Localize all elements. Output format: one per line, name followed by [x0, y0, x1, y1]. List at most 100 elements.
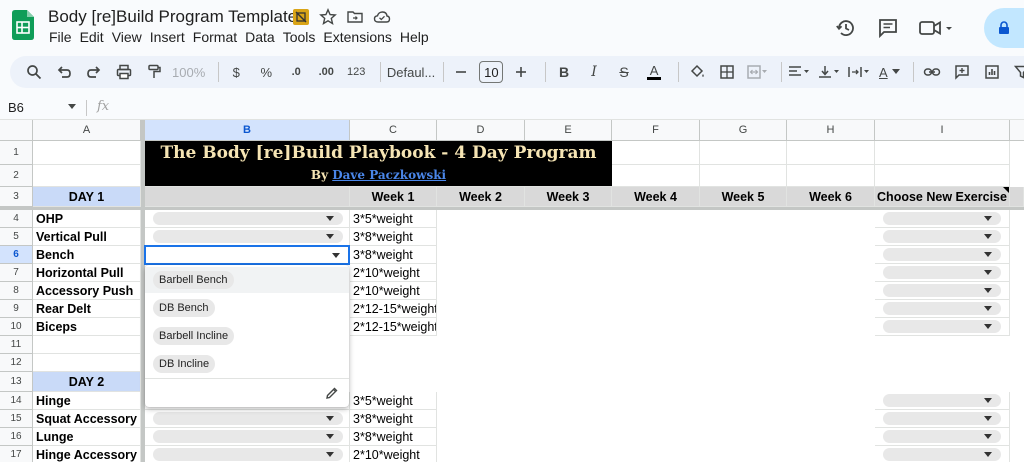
- dropdown-chip[interactable]: [883, 266, 1001, 279]
- row-header-13[interactable]: 13: [0, 372, 33, 392]
- meet-video-icon[interactable]: [916, 14, 956, 42]
- dropdown-option[interactable]: Barbell Incline: [153, 323, 235, 349]
- cell-b3[interactable]: [145, 187, 350, 207]
- column-header-e[interactable]: E: [525, 120, 612, 141]
- dropdown-chip[interactable]: [883, 394, 1001, 407]
- exercise-name[interactable]: Accessory Push: [33, 282, 141, 300]
- dropdown-chip[interactable]: [153, 230, 343, 243]
- share-button[interactable]: [984, 8, 1024, 48]
- week-1-value[interactable]: 2*12-15*weight: [350, 318, 437, 336]
- column-header-c[interactable]: C: [350, 120, 437, 141]
- menu-format[interactable]: Format: [191, 29, 243, 45]
- cell-a2[interactable]: [33, 165, 141, 187]
- exercise-name[interactable]: Biceps: [33, 318, 141, 336]
- program-banner[interactable]: The Body [re]Build Playbook - 4 Day Prog…: [145, 141, 612, 187]
- version-history-icon[interactable]: [832, 14, 860, 42]
- week-1-value[interactable]: 3*8*weight: [350, 228, 437, 246]
- exercise-name[interactable]: Rear Delt: [33, 300, 141, 318]
- cell-f2[interactable]: [612, 165, 700, 187]
- exercise-choice-cell[interactable]: [145, 410, 350, 428]
- row-header-10[interactable]: 10: [0, 318, 33, 336]
- strikethrough-button[interactable]: S: [612, 60, 636, 84]
- choose-new-cell[interactable]: [875, 210, 1010, 228]
- cell-i2[interactable]: [875, 165, 1010, 187]
- move-folder-icon[interactable]: [346, 8, 364, 26]
- dropdown-chip[interactable]: [883, 448, 1001, 461]
- choose-new-cell[interactable]: [875, 246, 1010, 264]
- exercise-name[interactable]: Hinge Accessory: [33, 446, 141, 462]
- more-formats-button[interactable]: 123: [344, 60, 368, 84]
- format-currency-button[interactable]: $: [224, 60, 248, 84]
- dropdown-option[interactable]: DB Incline: [153, 351, 216, 377]
- menu-tools[interactable]: Tools: [281, 29, 322, 45]
- column-header-a[interactable]: A: [33, 120, 141, 141]
- vertical-align-icon[interactable]: [817, 60, 841, 84]
- font-family-select[interactable]: Defaul...: [387, 60, 435, 84]
- paint-format-icon[interactable]: [142, 60, 166, 84]
- dropdown-chip[interactable]: [153, 212, 343, 225]
- print-icon[interactable]: [112, 60, 136, 84]
- exercise-choice-cell[interactable]: [145, 210, 350, 228]
- choose-new-cell[interactable]: [875, 264, 1010, 282]
- note-indicator[interactable]: [1003, 187, 1009, 193]
- choose-new-cell[interactable]: [875, 446, 1010, 462]
- dropdown-chip[interactable]: [153, 412, 343, 425]
- dropdown-chip[interactable]: [883, 230, 1001, 243]
- day-1-header[interactable]: DAY 1: [33, 187, 141, 207]
- italic-button[interactable]: I: [582, 60, 606, 84]
- cell-f1[interactable]: [612, 141, 700, 165]
- chevron-down-icon[interactable]: [68, 104, 76, 110]
- week-1-value[interactable]: 2*12-15*weight: [350, 300, 437, 318]
- sheets-logo-icon[interactable]: [12, 10, 34, 40]
- dropdown-chip[interactable]: [883, 320, 1001, 333]
- column-header-f[interactable]: F: [612, 120, 700, 141]
- insert-link-icon[interactable]: [920, 60, 944, 84]
- menu-insert[interactable]: Insert: [148, 29, 191, 45]
- dropdown-option[interactable]: Barbell Bench: [145, 267, 349, 293]
- cell-a11[interactable]: [33, 336, 141, 354]
- week-5-header[interactable]: Week 5: [700, 187, 787, 207]
- week-1-value[interactable]: 2*10*weight: [350, 282, 437, 300]
- exercise-name[interactable]: Lunge: [33, 428, 141, 446]
- row-header-16[interactable]: 16: [0, 428, 33, 446]
- fill-color-icon[interactable]: [685, 60, 709, 84]
- choose-new-cell[interactable]: [875, 428, 1010, 446]
- text-rotation-button[interactable]: A: [877, 60, 901, 84]
- week-1-value[interactable]: 3*8*weight: [350, 410, 437, 428]
- row-header-9[interactable]: 9: [0, 300, 33, 318]
- week-1-header[interactable]: Week 1: [350, 187, 437, 207]
- choose-new-cell[interactable]: [875, 228, 1010, 246]
- comments-icon[interactable]: [874, 14, 902, 42]
- exercise-name[interactable]: Vertical Pull: [33, 228, 141, 246]
- insert-comment-icon[interactable]: [950, 60, 974, 84]
- cell-a1[interactable]: [33, 141, 141, 165]
- choose-new-cell[interactable]: [875, 318, 1010, 336]
- search-menus-icon[interactable]: [22, 60, 46, 84]
- exercise-name[interactable]: Bench: [33, 246, 141, 264]
- column-header-g[interactable]: G: [700, 120, 787, 141]
- author-link[interactable]: Dave Paczkowski: [332, 168, 446, 182]
- row-header-17[interactable]: 17: [0, 446, 33, 462]
- choose-new-cell[interactable]: [875, 300, 1010, 318]
- week-1-value[interactable]: 3*8*weight: [350, 428, 437, 446]
- format-percent-button[interactable]: %: [254, 60, 278, 84]
- week-6-header[interactable]: Week 6: [787, 187, 875, 207]
- cell-h2[interactable]: [787, 165, 875, 187]
- cell-g2[interactable]: [700, 165, 787, 187]
- week-1-value[interactable]: 2*10*weight: [350, 264, 437, 282]
- select-all-corner[interactable]: [0, 120, 33, 141]
- decrease-font-size-icon[interactable]: [449, 60, 473, 84]
- exercise-choice-cell[interactable]: [145, 428, 350, 446]
- dropdown-chip[interactable]: [883, 430, 1001, 443]
- row-header-7[interactable]: 7: [0, 264, 33, 282]
- borders-icon[interactable]: [715, 60, 739, 84]
- menu-help[interactable]: Help: [398, 29, 435, 45]
- zoom-select[interactable]: 100%: [172, 60, 206, 84]
- exercise-name[interactable]: Horizontal Pull: [33, 264, 141, 282]
- row-header-5[interactable]: 5: [0, 228, 33, 246]
- cell-j3[interactable]: [1010, 187, 1024, 207]
- text-color-button[interactable]: A: [642, 60, 666, 84]
- dropdown-chip[interactable]: [883, 212, 1001, 225]
- row-header-15[interactable]: 15: [0, 410, 33, 428]
- week-1-value[interactable]: 3*5*weight: [350, 392, 437, 410]
